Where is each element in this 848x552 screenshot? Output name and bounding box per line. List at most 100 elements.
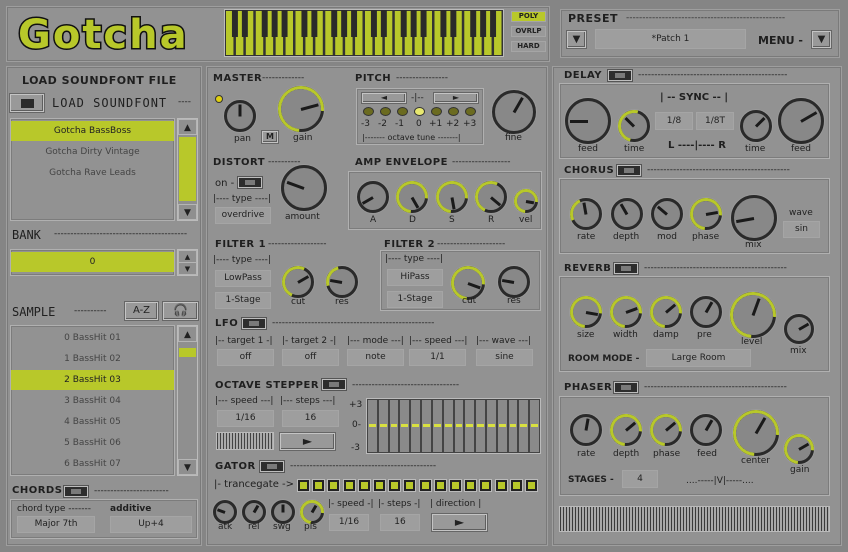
stepper-step[interactable] xyxy=(476,400,485,452)
filter1-cut-knob[interactable] xyxy=(277,261,319,303)
chorus-depth-knob[interactable] xyxy=(611,198,643,230)
trancegate-step[interactable] xyxy=(450,480,461,491)
reverb-toggle[interactable] xyxy=(614,263,638,274)
trancegate-step[interactable] xyxy=(495,480,507,491)
gator-direction-button[interactable]: ► xyxy=(432,514,487,531)
black-key[interactable] xyxy=(331,10,338,37)
chords-toggle[interactable] xyxy=(64,486,88,497)
stepper-step[interactable] xyxy=(389,400,399,452)
scroll-down-icon[interactable]: ▼ xyxy=(178,204,197,220)
distort-type-select[interactable]: overdrive xyxy=(215,207,271,224)
reverb-mix-knob[interactable] xyxy=(784,314,814,344)
stepper-step[interactable] xyxy=(530,400,539,452)
black-key[interactable] xyxy=(231,10,238,37)
octave-led[interactable] xyxy=(466,108,475,115)
list-item[interactable]: 3 BassHit 04 xyxy=(11,391,174,411)
scroll-thumb[interactable] xyxy=(179,348,196,357)
octave-up-button[interactable]: ► xyxy=(434,93,478,103)
gator-speed-select[interactable]: 1/16 xyxy=(329,514,369,531)
filter2-type-select[interactable]: HiPass xyxy=(387,269,443,286)
black-key[interactable] xyxy=(380,10,387,37)
load-soundfont-label[interactable]: LOAD SOUNDFONT xyxy=(52,96,167,110)
octave-led[interactable] xyxy=(432,108,441,115)
ovrlp-button[interactable]: OVRLP xyxy=(511,26,546,37)
black-key[interactable] xyxy=(440,10,447,37)
lfo-wave-select[interactable]: sine xyxy=(476,349,533,366)
reverb-pre-knob[interactable] xyxy=(690,296,722,328)
lfo-speed-select[interactable]: 1/1 xyxy=(409,349,466,366)
stepper-step[interactable] xyxy=(411,400,421,452)
stepper-step[interactable] xyxy=(368,400,377,452)
octave-led[interactable] xyxy=(415,108,424,115)
list-item[interactable]: 5 BassHit 06 xyxy=(11,433,174,453)
delay-sync-right[interactable]: 1/8T xyxy=(696,112,734,130)
mono-button[interactable]: M xyxy=(262,131,278,143)
stepper-step[interactable] xyxy=(486,400,496,452)
sample-scrollbar[interactable]: ▲ ▼ xyxy=(177,325,198,476)
release-knob[interactable] xyxy=(470,176,512,218)
preset-dropdown-button[interactable]: ▼ xyxy=(567,31,586,48)
stepper-steps-select[interactable]: 16 xyxy=(282,410,339,427)
soundfont-scrollbar[interactable]: ▲ ▼ xyxy=(177,118,198,221)
sample-list[interactable]: 0 BassHit 01 1 BassHit 02 2 BassHit 03 3… xyxy=(10,325,175,476)
list-item[interactable]: Gotcha Rave Leads xyxy=(11,163,174,183)
trancegate-step[interactable] xyxy=(313,480,325,491)
stepper-step[interactable] xyxy=(454,400,464,452)
trancegate-step[interactable] xyxy=(526,480,537,491)
stepper-step[interactable] xyxy=(508,400,518,452)
chorus-toggle[interactable] xyxy=(617,165,641,176)
phaser-feed-knob[interactable] xyxy=(690,414,722,446)
scroll-up-icon[interactable]: ▲ xyxy=(178,119,197,135)
stepper-play-button[interactable]: ► xyxy=(280,433,335,450)
preset-name-display[interactable]: *Patch 1 xyxy=(595,29,746,49)
gator-atk-knob[interactable] xyxy=(213,500,237,524)
black-key[interactable] xyxy=(410,10,417,37)
hard-button[interactable]: HARD xyxy=(511,41,546,52)
black-key[interactable] xyxy=(351,10,358,37)
black-key[interactable] xyxy=(490,10,497,37)
black-key[interactable] xyxy=(301,10,308,37)
fine-knob[interactable] xyxy=(492,90,536,134)
trancegate-step[interactable] xyxy=(510,480,522,491)
filter1-stage-select[interactable]: 1-Stage xyxy=(215,292,271,309)
trancegate-step[interactable] xyxy=(434,480,446,491)
delay-feed-right-knob[interactable] xyxy=(778,98,824,144)
trancegate-step[interactable] xyxy=(389,480,401,491)
trancegate-step[interactable] xyxy=(358,480,370,491)
scroll-down-icon[interactable]: ▼ xyxy=(178,262,197,275)
filter2-res-knob[interactable] xyxy=(498,266,530,298)
trancegate-step[interactable] xyxy=(374,480,385,491)
list-item[interactable]: Gotcha BassBoss xyxy=(11,121,174,141)
trancegate-step[interactable] xyxy=(404,480,416,491)
stepper-step[interactable] xyxy=(432,400,442,452)
list-item[interactable]: 2 BassHit 03 xyxy=(11,370,174,390)
list-item[interactable]: Gotcha Dirty Vintage xyxy=(11,142,174,162)
reverb-damp-knob[interactable] xyxy=(643,289,689,335)
poly-button[interactable]: POLY xyxy=(511,11,546,22)
stepper-step[interactable] xyxy=(400,400,410,452)
filter1-res-knob[interactable] xyxy=(320,260,364,304)
folder-button[interactable] xyxy=(10,94,44,112)
black-key[interactable] xyxy=(450,10,457,37)
lfo-toggle[interactable] xyxy=(242,318,266,329)
chorus-mod-knob[interactable] xyxy=(651,198,683,230)
black-key[interactable] xyxy=(420,10,427,37)
gain-knob[interactable] xyxy=(268,76,334,142)
keyboard-keys[interactable] xyxy=(225,10,503,56)
list-item[interactable]: 6 BassHit 07 xyxy=(11,454,174,474)
black-key[interactable] xyxy=(311,10,318,37)
sustain-knob[interactable] xyxy=(429,174,475,220)
phaser-toggle[interactable] xyxy=(614,382,638,393)
list-item[interactable]: 0 BassHit 01 xyxy=(11,328,174,348)
piano-keyboard[interactable] xyxy=(224,9,504,57)
phaser-depth-knob[interactable] xyxy=(603,407,649,453)
delay-sync-left[interactable]: 1/8 xyxy=(655,112,693,130)
list-item[interactable]: 1 BassHit 02 xyxy=(11,349,174,369)
chorus-mix-knob[interactable] xyxy=(731,195,777,241)
trancegate-step[interactable] xyxy=(419,480,431,491)
trancegate-step[interactable] xyxy=(465,480,477,491)
lfo-target1-select[interactable]: off xyxy=(217,349,274,366)
soundfont-list[interactable]: Gotcha BassBoss Gotcha Dirty Vintage Got… xyxy=(10,118,175,221)
filter2-stage-select[interactable]: 1-Stage xyxy=(387,291,443,308)
stepper-grid[interactable] xyxy=(366,398,541,454)
